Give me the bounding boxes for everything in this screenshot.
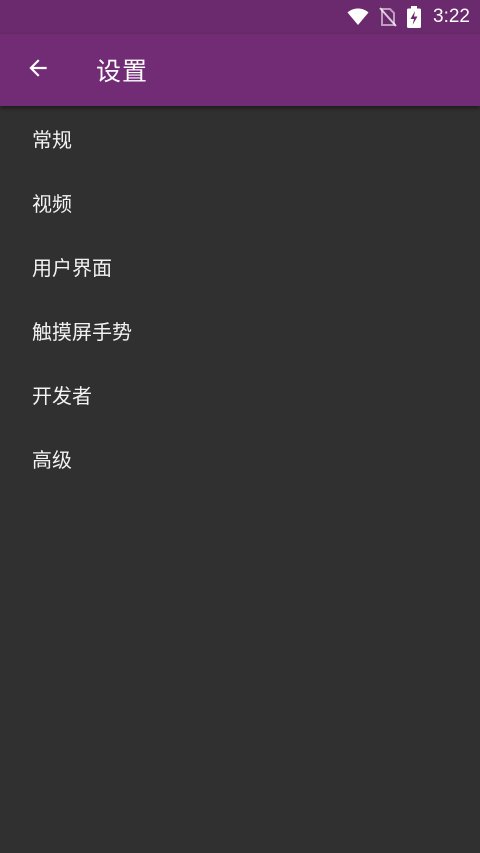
arrow-left-icon	[25, 55, 51, 85]
settings-item-general[interactable]: 常规	[0, 106, 480, 170]
settings-item-touchscreen-gestures[interactable]: 触摸屏手势	[0, 298, 480, 362]
settings-item-video[interactable]: 视频	[0, 170, 480, 234]
settings-item-user-interface[interactable]: 用户界面	[0, 234, 480, 298]
page-title: 设置	[96, 57, 149, 86]
settings-item-advanced[interactable]: 高级	[0, 426, 480, 490]
battery-charging-icon	[407, 6, 422, 28]
wifi-icon	[347, 8, 369, 26]
settings-list: 常规 视频 用户界面 触摸屏手势 开发者 高级	[0, 106, 480, 490]
settings-item-developer[interactable]: 开发者	[0, 362, 480, 426]
status-time: 3:22	[433, 6, 470, 27]
back-button[interactable]	[18, 50, 58, 90]
status-bar: 3:22	[0, 0, 480, 34]
no-sim-icon	[379, 7, 397, 27]
status-icons: 3:22	[347, 6, 470, 28]
app-bar: 设置	[0, 34, 480, 106]
